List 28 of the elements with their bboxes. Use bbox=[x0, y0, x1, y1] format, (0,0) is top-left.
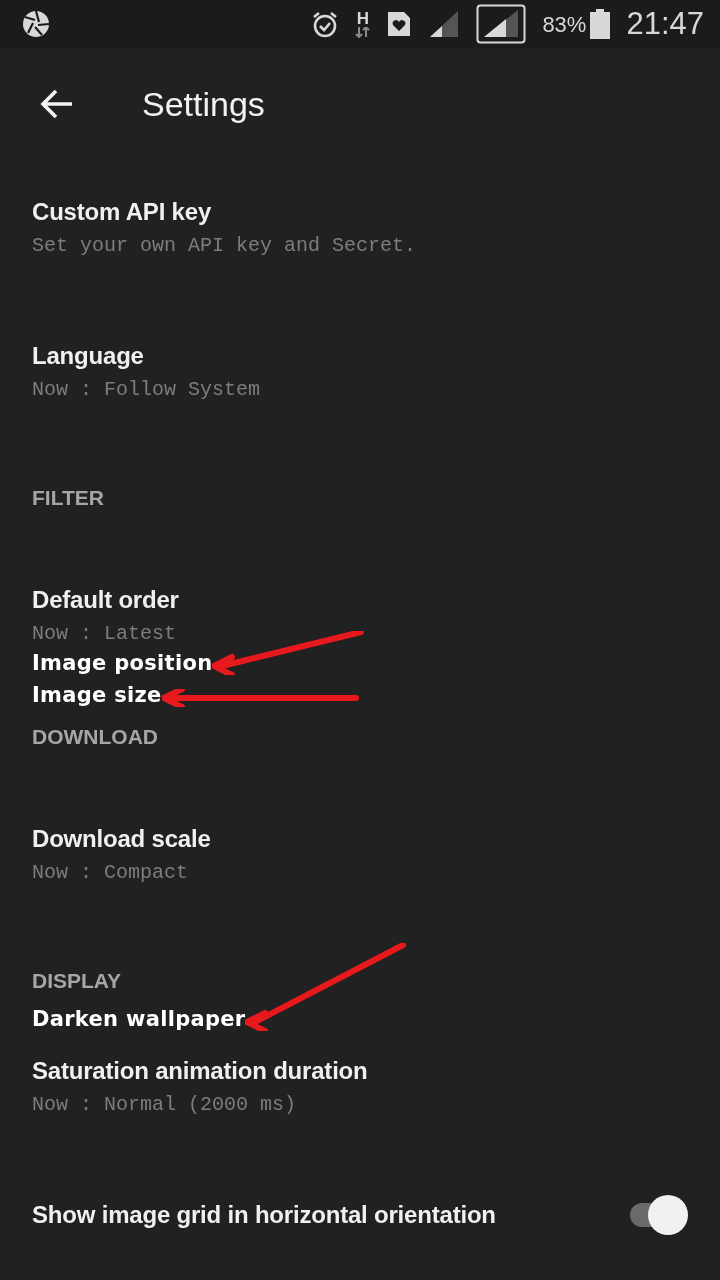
setting-summary: Now : Follow System bbox=[32, 377, 262, 403]
sd-card-heart-icon bbox=[386, 10, 413, 38]
signal-icon bbox=[476, 4, 527, 44]
screen-title: Settings bbox=[142, 83, 265, 125]
toggle-switch[interactable] bbox=[630, 1195, 688, 1235]
setting-summary: Set your own API key and Secret. bbox=[32, 233, 418, 259]
annotation-label: Darken wallpaper bbox=[32, 1007, 246, 1031]
battery-icon bbox=[590, 9, 611, 39]
signal-icon bbox=[428, 9, 461, 39]
section-header: DISPLAY bbox=[32, 969, 122, 992]
section-header: DOWNLOAD bbox=[32, 725, 158, 748]
setting-title: Download scale bbox=[32, 824, 212, 854]
setting-title: Show image grid in horizontal orientation bbox=[32, 1200, 496, 1230]
data-arrows-icon bbox=[355, 27, 371, 38]
setting-title: Language bbox=[32, 341, 145, 371]
setting-title: Saturation animation duration bbox=[32, 1056, 369, 1086]
setting-summary: Now : Latest bbox=[32, 621, 178, 647]
setting-title: Default order bbox=[32, 585, 180, 615]
annotation-label: Image position bbox=[32, 651, 213, 675]
battery-percentage: 83% bbox=[542, 10, 587, 39]
setting-title: Custom API key bbox=[32, 197, 213, 227]
setting-summary: Now : Compact bbox=[32, 860, 190, 886]
clock-time: 21:47 bbox=[626, 4, 704, 43]
aperture-icon bbox=[22, 10, 50, 38]
network-type: H bbox=[356, 10, 369, 27]
setting-summary: Now : Normal (2000 ms) bbox=[32, 1092, 298, 1118]
annotation-label: Image size bbox=[32, 683, 162, 707]
section-header: FILTER bbox=[32, 486, 104, 509]
